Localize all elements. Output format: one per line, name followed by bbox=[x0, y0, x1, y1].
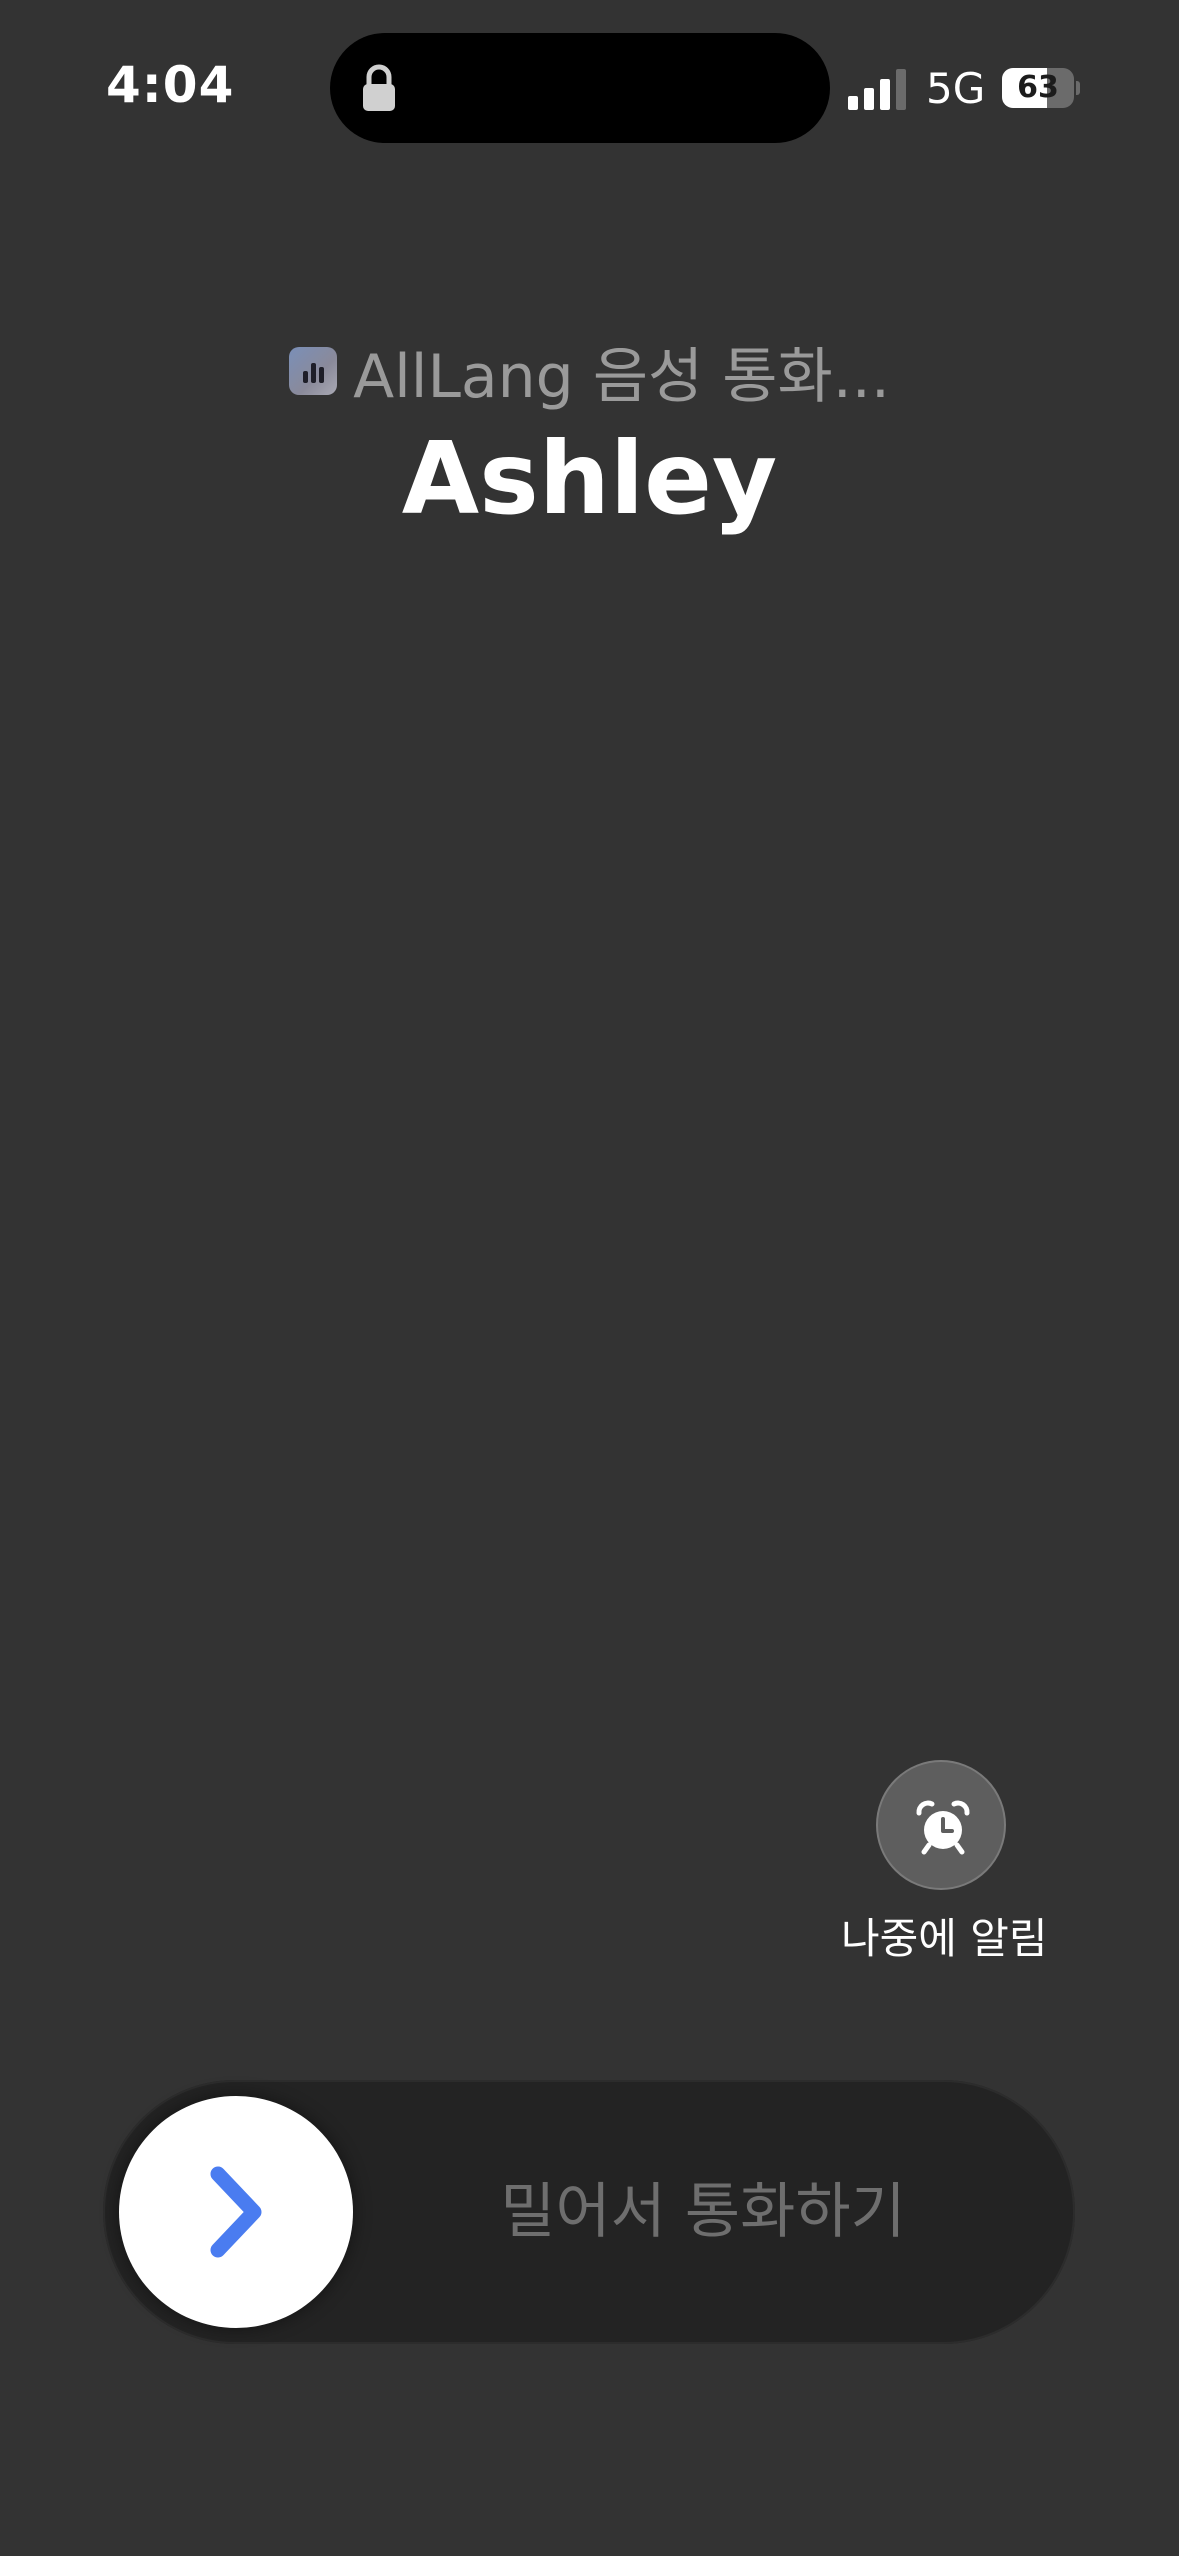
call-app-label: AllLang 음성 통화... bbox=[353, 341, 890, 412]
status-time: 4:04 bbox=[106, 56, 235, 114]
battery-cap bbox=[1076, 81, 1080, 95]
network-type: 5G bbox=[926, 64, 986, 113]
remind-later-button[interactable] bbox=[876, 1760, 1006, 1890]
slide-to-answer-track[interactable]: 밀어서 통화하기 bbox=[103, 2080, 1075, 2344]
alarm-clock-icon bbox=[916, 1800, 970, 1855]
remind-later-label: 나중에 알림 bbox=[841, 1914, 1048, 1963]
signal-icon bbox=[848, 69, 906, 110]
battery-level: 63 bbox=[1017, 70, 1059, 105]
lock-icon bbox=[363, 64, 395, 111]
incoming-call-screen: 4:04 5G 63 AllLang 음성 통화... Ashley 나중에 알… bbox=[0, 0, 1179, 2556]
dynamic-island bbox=[330, 33, 830, 143]
battery-icon: 63 bbox=[1002, 68, 1080, 108]
status-indicators: 5G 63 bbox=[848, 62, 1088, 116]
slide-to-answer-knob[interactable] bbox=[119, 2096, 353, 2328]
caller-name: Ashley bbox=[401, 420, 778, 537]
call-app-row: AllLang 음성 통화... bbox=[0, 336, 1179, 412]
chevron-right-icon bbox=[210, 2166, 262, 2258]
alllang-app-icon bbox=[289, 347, 338, 395]
slide-to-answer-label: 밀어서 통화하기 bbox=[500, 2177, 906, 2247]
